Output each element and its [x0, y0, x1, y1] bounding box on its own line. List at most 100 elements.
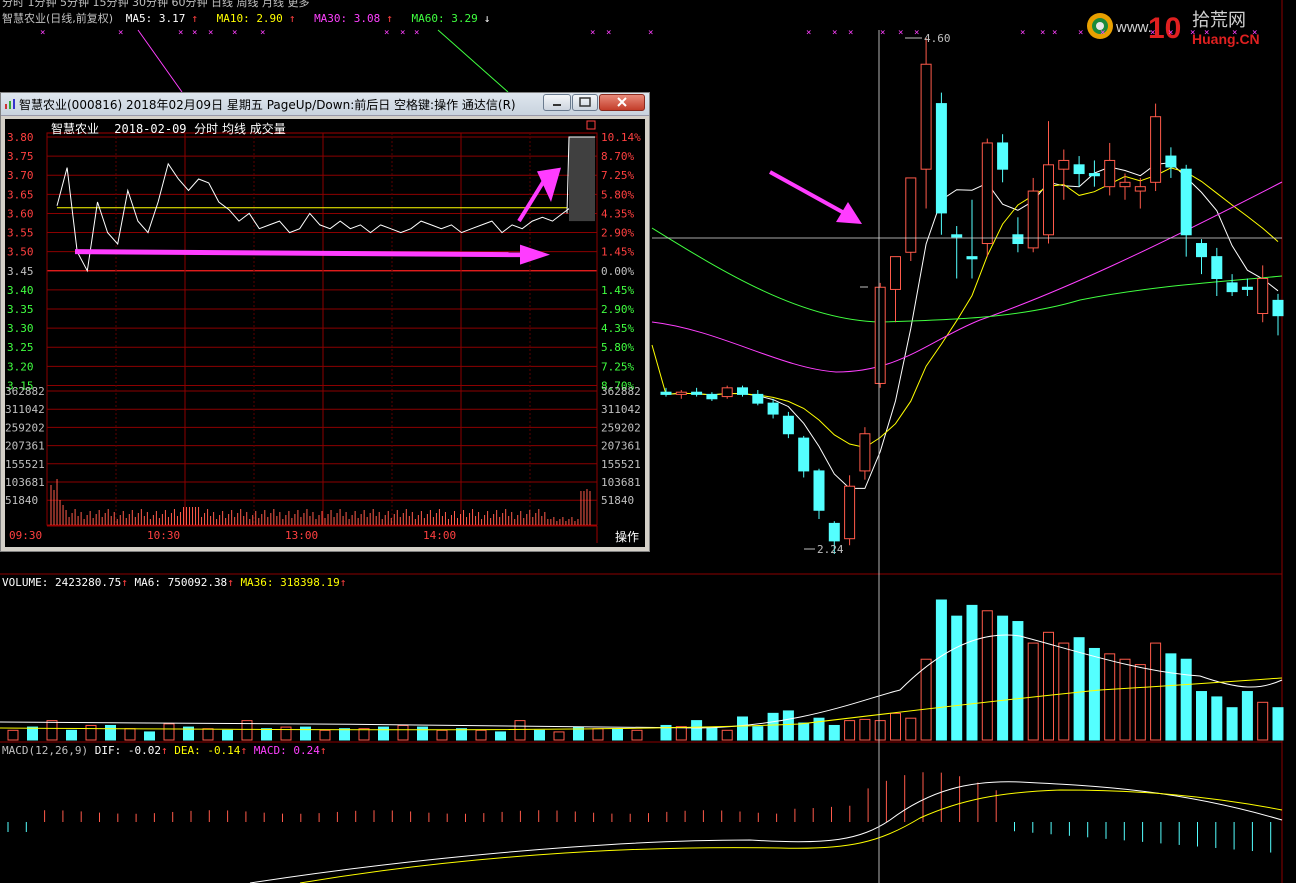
expand-icon[interactable]	[586, 120, 596, 130]
popup-titlebar[interactable]: 智慧农业(000816) 2018年02月09日 星期五 PageUp/Down…	[1, 93, 649, 116]
event-marker[interactable]: ×	[260, 28, 265, 38]
event-marker[interactable]: ×	[880, 28, 885, 38]
candle[interactable]	[1272, 299, 1284, 317]
event-marker[interactable]: ×	[1190, 28, 1195, 38]
event-marker[interactable]: ×	[1040, 28, 1045, 38]
candle[interactable]	[874, 286, 886, 384]
event-marker[interactable]: ×	[590, 28, 595, 38]
event-marker[interactable]: ×	[232, 28, 237, 38]
event-marker[interactable]: ×	[1052, 28, 1057, 38]
time-tick-label: 14:00	[423, 529, 456, 542]
intraday-chart-area[interactable]: 3.80 10.14% 3.75 8.70% 3.70 7.25% 3.65 5.80% 3.6…	[5, 119, 645, 547]
candle[interactable]	[1150, 116, 1162, 183]
volume-tick-label-right: 207361	[601, 440, 641, 453]
volume-bar	[981, 610, 993, 741]
maximize-button[interactable]	[572, 94, 598, 111]
event-marker[interactable]: ×	[208, 28, 213, 38]
event-marker[interactable]: ×	[1020, 28, 1025, 38]
candle[interactable]	[660, 391, 672, 395]
candle[interactable]	[675, 391, 687, 395]
candle[interactable]	[1180, 168, 1192, 236]
event-marker[interactable]: ×	[178, 28, 183, 38]
candle[interactable]	[1027, 190, 1039, 249]
candle[interactable]	[691, 391, 703, 395]
intraday-chart[interactable]: 3.80 10.14% 3.75 8.70% 3.70 7.25% 3.65 5.80% 3.6…	[5, 119, 645, 547]
operate-button[interactable]: 操作	[615, 528, 639, 545]
event-marker[interactable]: ×	[1100, 28, 1105, 38]
event-marker[interactable]: ×	[384, 28, 389, 38]
pct-tick-label: 7.25%	[601, 169, 634, 182]
event-marker[interactable]: ×	[118, 28, 123, 38]
candle[interactable]	[1058, 159, 1070, 170]
candle[interactable]	[1211, 256, 1223, 280]
candle[interactable]	[951, 234, 963, 238]
volume-bar	[378, 726, 389, 741]
event-marker[interactable]: ×	[40, 28, 45, 38]
volume-bar	[124, 728, 136, 741]
candle[interactable]	[706, 393, 718, 400]
volume-bar	[612, 728, 623, 741]
event-marker[interactable]: ×	[1204, 28, 1209, 38]
candle[interactable]	[1088, 173, 1100, 177]
volume-ma6: MA6: 750092.38	[134, 576, 228, 589]
macd-info-bar: MACD(12,26,9) DIF: -0.02↑ DEA: -0.14↑ MA…	[2, 744, 327, 757]
candle[interactable]	[1196, 243, 1207, 258]
volume-bar	[691, 720, 703, 741]
candle[interactable]	[966, 256, 978, 260]
event-marker[interactable]: ×	[606, 28, 611, 38]
volume-bar	[397, 724, 409, 741]
candle[interactable]	[813, 470, 825, 511]
breakout-arrow	[769, 170, 847, 216]
candle[interactable]	[1165, 155, 1177, 168]
volume-bar	[1257, 701, 1269, 741]
candle[interactable]	[844, 485, 856, 540]
volume-bar	[1272, 707, 1284, 741]
candle[interactable]	[767, 402, 779, 415]
candle[interactable]	[890, 256, 901, 290]
candle[interactable]	[1134, 186, 1146, 192]
candle[interactable]	[935, 103, 947, 214]
event-marker[interactable]: ×	[648, 28, 653, 38]
event-marker[interactable]: ×	[400, 28, 405, 38]
event-marker[interactable]: ×	[914, 28, 919, 38]
intraday-popup-window[interactable]: 智慧农业(000816) 2018年02月09日 星期五 PageUp/Down…	[0, 92, 650, 552]
close-button[interactable]	[599, 94, 645, 111]
event-marker[interactable]: ×	[192, 28, 197, 38]
candle[interactable]	[1043, 164, 1054, 236]
candle[interactable]	[1104, 159, 1116, 188]
event-marker[interactable]: ×	[1078, 28, 1083, 38]
event-marker[interactable]: ×	[1150, 28, 1155, 38]
event-marker[interactable]: ×	[806, 28, 811, 38]
maximize-icon	[579, 97, 591, 107]
event-marker[interactable]: ×	[1232, 28, 1237, 38]
candle[interactable]	[828, 522, 840, 542]
candle[interactable]	[1012, 234, 1024, 245]
candle[interactable]	[1241, 286, 1253, 290]
candle[interactable]	[905, 177, 917, 253]
event-marker[interactable]: ×	[848, 28, 853, 38]
volume-value: VOLUME: 2423280.75	[2, 576, 122, 589]
candle[interactable]	[782, 415, 794, 435]
event-marker[interactable]: ×	[414, 28, 419, 38]
event-marker[interactable]: ×	[1168, 28, 1173, 38]
volume-tick-label: 362882	[5, 385, 45, 398]
volume-tick-label-right: 103681	[601, 476, 641, 489]
candle[interactable]	[737, 387, 748, 395]
candle[interactable]	[721, 387, 733, 398]
candle[interactable]	[1257, 278, 1269, 314]
event-marker[interactable]: ×	[832, 28, 837, 38]
candle[interactable]	[859, 433, 871, 472]
event-marker[interactable]: ×	[898, 28, 903, 38]
candle[interactable]	[752, 393, 764, 404]
minimize-button[interactable]	[543, 94, 571, 111]
candle[interactable]	[1119, 181, 1131, 188]
candle[interactable]	[997, 142, 1009, 170]
candle[interactable]	[981, 142, 993, 245]
candle[interactable]	[1226, 282, 1238, 293]
candle[interactable]	[920, 63, 932, 170]
candle[interactable]	[798, 437, 810, 472]
candle[interactable]	[1073, 164, 1085, 175]
volume-bar	[1088, 647, 1100, 741]
event-marker[interactable]: ×	[1252, 28, 1257, 38]
volume-bar	[1134, 664, 1146, 741]
